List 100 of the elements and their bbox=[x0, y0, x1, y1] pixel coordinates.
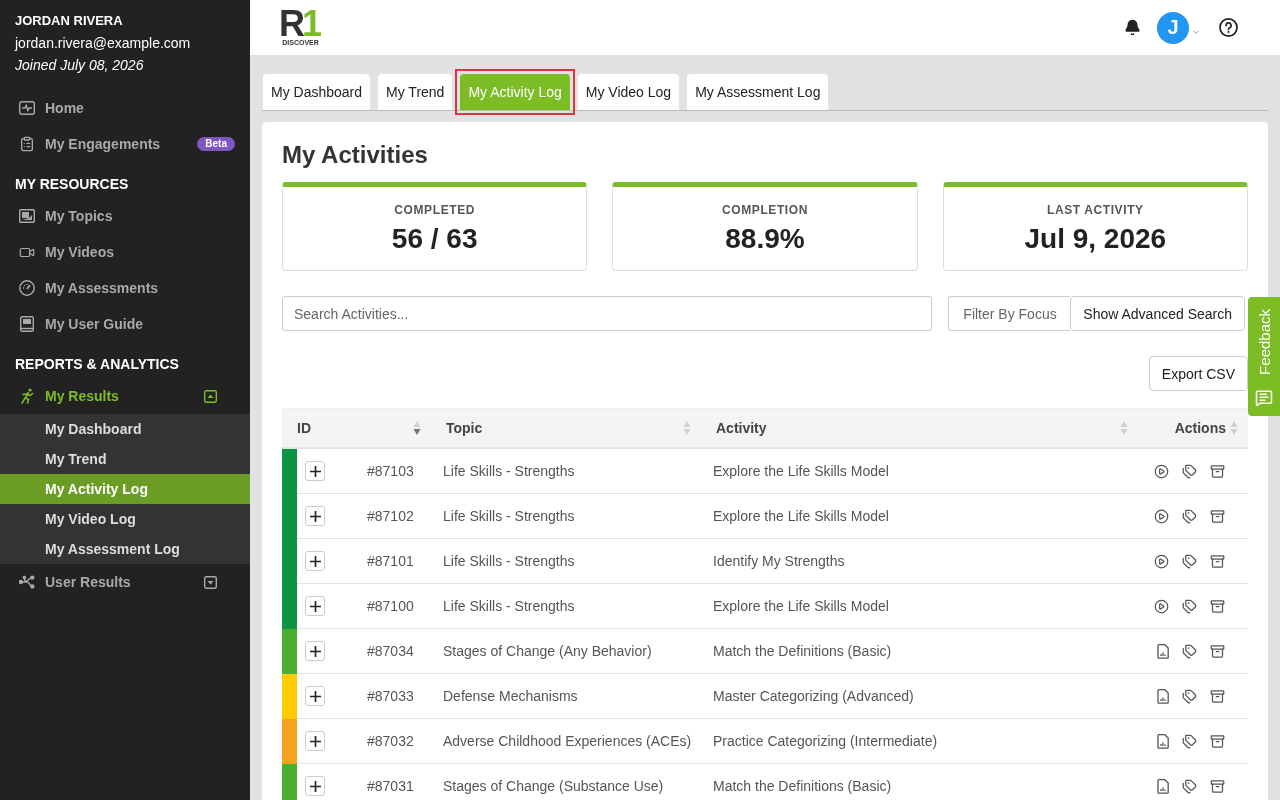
tab[interactable]: My Trend bbox=[378, 74, 453, 110]
book-icon bbox=[20, 316, 34, 332]
table-cell-text: Practice Categorizing (Intermediate) bbox=[713, 733, 939, 749]
notifications-bell-icon[interactable] bbox=[1124, 19, 1141, 36]
play-circle-icon[interactable] bbox=[1154, 553, 1169, 569]
chart-document-icon[interactable] bbox=[1157, 733, 1169, 749]
stat-value: Jul 9, 2026 bbox=[1024, 222, 1167, 255]
archive-icon[interactable] bbox=[1210, 778, 1225, 794]
search-field[interactable]: Search Activities... bbox=[282, 296, 933, 331]
stat-label: LAST ACTIVITY bbox=[1047, 202, 1144, 217]
chart-document-icon[interactable] bbox=[1157, 643, 1169, 659]
tags-icon[interactable] bbox=[1182, 778, 1197, 794]
stat-label: COMPLETED bbox=[394, 202, 476, 217]
table-cell-text: #87101 bbox=[367, 553, 415, 569]
nav-label: My Assessments bbox=[45, 280, 159, 296]
table-cell-text: #87033 bbox=[367, 688, 415, 704]
nav-item[interactable]: My Topics bbox=[0, 198, 250, 234]
tags-icon[interactable] bbox=[1182, 508, 1197, 524]
tags-icon[interactable] bbox=[1182, 598, 1197, 614]
table-cell-text: Explore the Life Skills Model bbox=[713, 463, 890, 479]
advanced-search-button[interactable]: Show Advanced Search bbox=[1070, 296, 1245, 331]
tags-icon[interactable] bbox=[1182, 553, 1197, 569]
table-cell-text: #87031 bbox=[367, 778, 415, 794]
table-cell-text: Explore the Life Skills Model bbox=[713, 508, 890, 524]
expand-row-button[interactable] bbox=[305, 551, 325, 571]
collapse-toggle-icon[interactable] bbox=[204, 389, 217, 403]
table-cell-text: Identify My Strengths bbox=[713, 553, 846, 569]
plus-icon bbox=[309, 555, 321, 567]
section-heading: MY RESOURCES bbox=[14, 175, 130, 194]
table-cell-text: #87100 bbox=[367, 598, 415, 614]
play-circle-icon[interactable] bbox=[1154, 463, 1169, 479]
column-header[interactable]: Actions bbox=[1174, 420, 1226, 436]
table-cell-text: Defense Mechanisms bbox=[443, 688, 579, 704]
submenu-item[interactable]: My Trend bbox=[0, 444, 250, 474]
nav-item[interactable]: My User Guide bbox=[0, 306, 250, 342]
nav-label: My User Guide bbox=[45, 316, 144, 332]
table-cell-text: Stages of Change (Any Behavior) bbox=[443, 643, 653, 659]
tab[interactable]: My Video Log bbox=[577, 74, 680, 110]
play-circle-icon[interactable] bbox=[1154, 598, 1169, 614]
table-cell-text: Adverse Childhood Experiences (ACEs) bbox=[443, 733, 693, 749]
column-header[interactable]: Activity bbox=[716, 420, 767, 436]
column-header[interactable]: Topic bbox=[446, 420, 483, 436]
expand-row-button[interactable] bbox=[305, 686, 325, 706]
plus-icon bbox=[309, 645, 321, 657]
nav-item[interactable]: My Results bbox=[0, 378, 250, 414]
sort-icon[interactable] bbox=[413, 420, 421, 436]
nav-item[interactable]: My Assessments bbox=[0, 270, 250, 306]
export-button[interactable]: Export CSV bbox=[1148, 356, 1248, 391]
archive-icon[interactable] bbox=[1210, 643, 1225, 659]
table-cell-text: #87032 bbox=[367, 733, 415, 749]
plus-icon bbox=[309, 510, 321, 522]
expand-toggle-icon[interactable] bbox=[204, 575, 217, 589]
join-date: Joined July 08, 2026 bbox=[15, 56, 144, 75]
expand-row-button[interactable] bbox=[305, 776, 325, 796]
nav-item[interactable]: My Videos bbox=[0, 234, 250, 270]
archive-icon[interactable] bbox=[1210, 733, 1225, 749]
expand-row-button[interactable] bbox=[305, 461, 325, 481]
tags-icon[interactable] bbox=[1182, 733, 1197, 749]
nav-label: My Videos bbox=[45, 244, 114, 260]
running-person-icon bbox=[19, 388, 35, 404]
expand-row-button[interactable] bbox=[305, 731, 325, 751]
stat-value: 56 / 63 bbox=[391, 222, 478, 255]
table-cell-text: Match the Definitions (Basic) bbox=[713, 778, 893, 794]
tab[interactable]: My Assessment Log bbox=[687, 74, 829, 110]
stat-label: COMPLETION bbox=[722, 202, 808, 217]
column-header[interactable]: ID bbox=[297, 420, 311, 436]
tags-icon[interactable] bbox=[1182, 643, 1197, 659]
archive-icon[interactable] bbox=[1210, 508, 1225, 524]
help-icon[interactable] bbox=[1219, 18, 1238, 37]
expand-row-button[interactable] bbox=[305, 641, 325, 661]
nav-item[interactable]: User Results bbox=[0, 564, 250, 600]
nav-item[interactable]: My Engagements Beta bbox=[0, 126, 250, 162]
tags-icon[interactable] bbox=[1182, 463, 1197, 479]
logo-mark: R1 bbox=[279, 9, 321, 38]
table-cell-text: Match the Definitions (Basic) bbox=[713, 643, 893, 659]
table-cell-text: #87103 bbox=[367, 463, 415, 479]
nav-label: My Results bbox=[45, 388, 119, 404]
chart-document-icon[interactable] bbox=[1157, 778, 1169, 794]
plus-icon bbox=[309, 465, 321, 477]
archive-icon[interactable] bbox=[1210, 598, 1225, 614]
beta-badge: Beta bbox=[197, 137, 235, 151]
filter-field[interactable]: Filter By Focus bbox=[948, 296, 1071, 331]
nav-label: User Results bbox=[45, 574, 131, 590]
expand-row-button[interactable] bbox=[305, 506, 325, 526]
plus-icon bbox=[309, 780, 321, 792]
table-cell-text: Life Skills - Strengths bbox=[443, 553, 576, 569]
archive-icon[interactable] bbox=[1210, 688, 1225, 704]
submenu-item[interactable]: My Dashboard bbox=[0, 414, 250, 444]
play-circle-icon[interactable] bbox=[1154, 508, 1169, 524]
nav-label: My Topics bbox=[45, 208, 113, 224]
nav-item[interactable]: Home bbox=[0, 90, 250, 126]
chart-document-icon[interactable] bbox=[1157, 688, 1169, 704]
expand-row-button[interactable] bbox=[305, 596, 325, 616]
archive-icon[interactable] bbox=[1210, 553, 1225, 569]
submenu-item[interactable]: My Assessment Log bbox=[0, 534, 250, 564]
submenu-item[interactable]: My Video Log bbox=[0, 504, 250, 534]
archive-icon[interactable] bbox=[1210, 463, 1225, 479]
tags-icon[interactable] bbox=[1182, 688, 1197, 704]
user-name: JORDAN RIVERA bbox=[15, 12, 123, 30]
tab[interactable]: My Dashboard bbox=[263, 74, 371, 110]
